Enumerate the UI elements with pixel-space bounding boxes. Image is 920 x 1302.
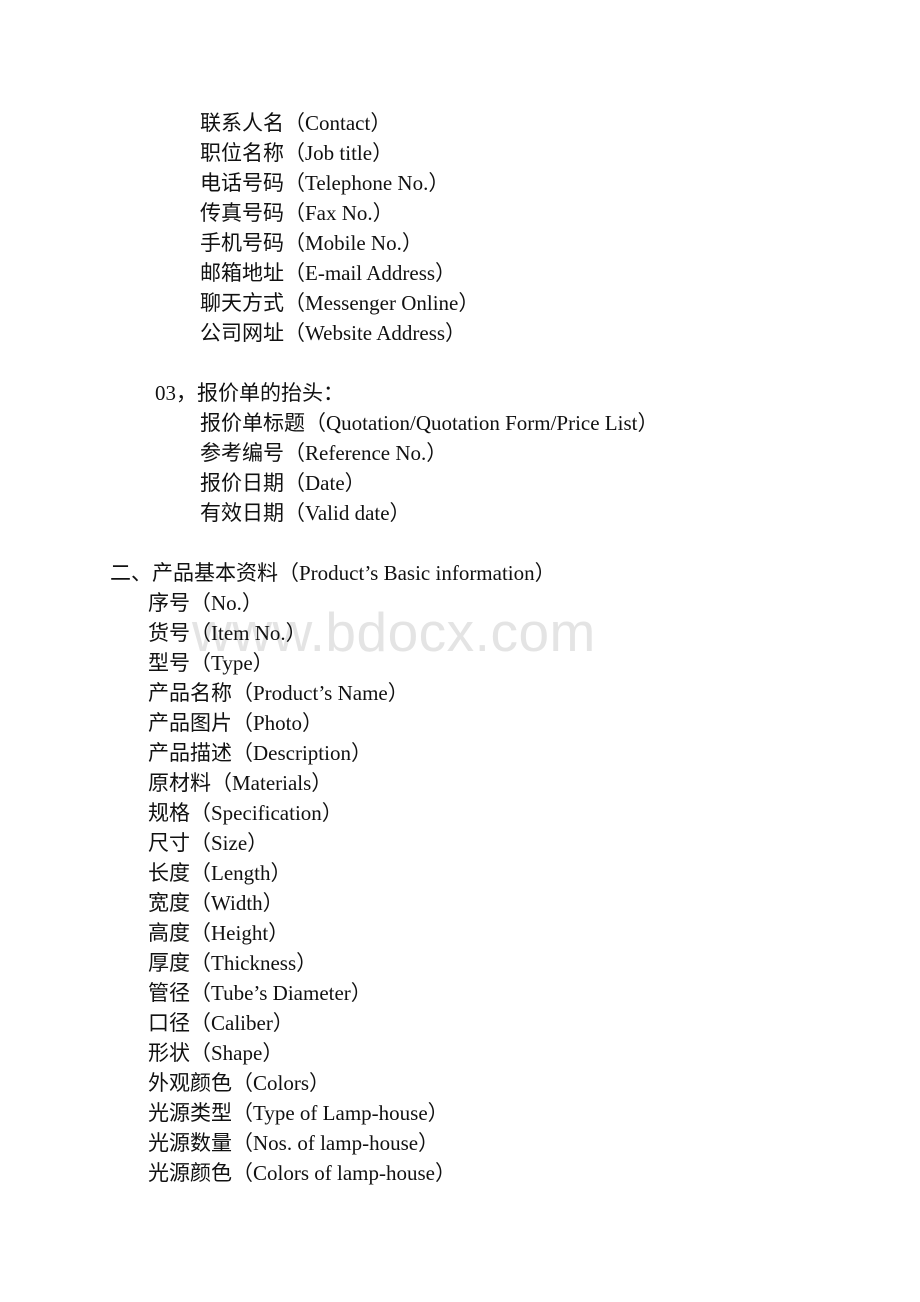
text-line: 货号（Item No.） <box>148 621 307 645</box>
document-page: www.bdocx.com 联系人名（Contact） 职位名称（Job titl… <box>0 0 920 1302</box>
text-line: 原材料（Materials） <box>148 771 333 795</box>
text-line: 管径（Tube’s Diameter） <box>148 981 372 1005</box>
text-line: 传真号码（Fax No.） <box>200 201 394 225</box>
text-line: 聊天方式（Messenger Online） <box>200 291 480 315</box>
text-line: 联系人名（Contact） <box>200 111 392 135</box>
text-line: 厚度（Thickness） <box>148 951 318 975</box>
text-line: 二、产品基本资料（Product’s Basic information） <box>110 561 556 585</box>
text-block-quotation-header-fields: 报价单标题（Quotation/Quotation Form/Price Lis… <box>0 408 920 528</box>
document-text-body: 联系人名（Contact） 职位名称（Job title） 电话号码（Telepho… <box>0 108 920 1188</box>
text-line: 宽度（Width） <box>148 891 284 915</box>
text-line: 手机号码（Mobile No.） <box>200 231 423 255</box>
text-line: 光源颜色（Colors of lamp-house） <box>148 1161 456 1185</box>
text-line: 报价单标题（Quotation/Quotation Form/Price Lis… <box>200 411 659 435</box>
text-line: 公司网址（Website Address） <box>200 321 467 345</box>
text-block-quotation-header-title: 03，报价单的抬头： <box>0 378 920 408</box>
text-line: 光源类型（Type of Lamp-house） <box>148 1101 449 1125</box>
text-line: 有效日期（Valid date） <box>200 501 411 525</box>
text-line: 外观颜色（Colors） <box>148 1071 331 1095</box>
text-line: 口径（Caliber） <box>148 1011 294 1035</box>
text-line: 03，报价单的抬头： <box>155 381 344 405</box>
text-line: 长度（Length） <box>148 861 292 885</box>
text-line: 尺寸（Size） <box>148 831 269 855</box>
text-line: 电话号码（Telephone No.） <box>200 171 450 195</box>
text-line: 参考编号（Reference No.） <box>200 441 448 465</box>
text-line: 序号（No.） <box>148 591 263 615</box>
text-line: 产品名称（Product’s Name） <box>148 681 409 705</box>
text-line: 报价日期（Date） <box>200 471 366 495</box>
text-line: 职位名称（Job title） <box>200 141 394 165</box>
text-line: 产品图片（Photo） <box>148 711 324 735</box>
text-line: 光源数量（Nos. of lamp-house） <box>148 1131 440 1155</box>
text-block-product-fields: 序号（No.） 货号（Item No.） 型号（Type） 产品名称（Product’… <box>0 588 920 1188</box>
text-line: 产品描述（Description） <box>148 741 372 765</box>
text-line: 规格（Specification） <box>148 801 343 825</box>
text-line: 高度（Height） <box>148 921 290 945</box>
text-block-product-section-title: 二、产品基本资料（Product’s Basic information） <box>0 558 920 588</box>
text-line: 型号（Type） <box>148 651 274 675</box>
text-block-contact-fields: 联系人名（Contact） 职位名称（Job title） 电话号码（Telepho… <box>0 108 920 348</box>
text-line: 邮箱地址（E-mail Address） <box>200 261 457 285</box>
text-line: 形状（Shape） <box>148 1041 284 1065</box>
